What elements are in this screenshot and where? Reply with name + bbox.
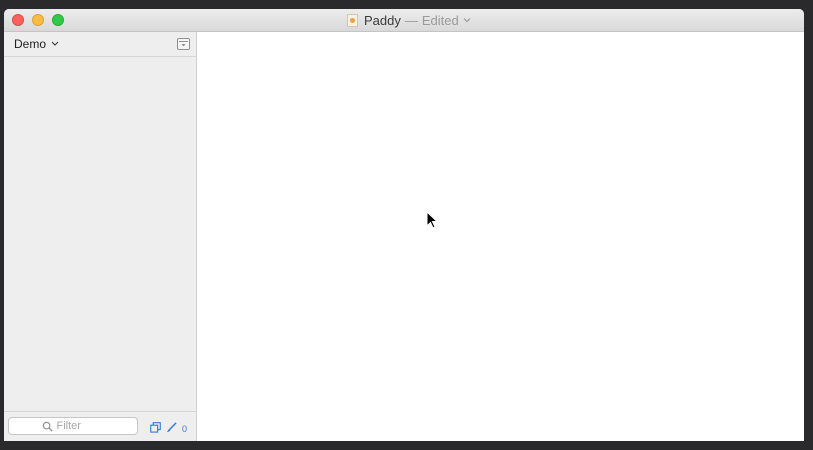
- editor-area[interactable]: [197, 32, 804, 441]
- brush-icon: [166, 422, 177, 433]
- copy-button[interactable]: [150, 420, 161, 438]
- app-window: Paddy — Edited Demo Filter 0: [4, 9, 804, 441]
- copy-icon: [150, 422, 161, 433]
- window-edited-status: Edited: [421, 12, 459, 28]
- footer-toolbar: 0: [150, 420, 187, 438]
- zoom-window-button[interactable]: [52, 14, 64, 26]
- brush-button[interactable]: [166, 420, 177, 438]
- sidebar-footer: 0: [4, 411, 196, 441]
- chevron-down-icon: [463, 18, 471, 23]
- document-icon: [347, 13, 358, 27]
- badge-count: 0: [182, 424, 188, 434]
- window-title[interactable]: Paddy — Edited: [347, 12, 471, 28]
- filter-input[interactable]: [56, 420, 105, 432]
- title-bar[interactable]: Paddy — Edited: [4, 9, 804, 32]
- minimize-window-button[interactable]: [32, 14, 44, 26]
- chevron-down-icon: [51, 41, 59, 46]
- window-title-separator: —: [404, 12, 418, 28]
- collapse-sidebar-button[interactable]: [177, 38, 190, 50]
- sidebar: Demo Filter 0: [4, 32, 197, 441]
- project-label: Demo: [14, 37, 47, 51]
- mouse-pointer-icon: [426, 211, 438, 229]
- search-icon: [42, 421, 53, 432]
- collapse-sidebar-icon: [179, 41, 188, 47]
- window-title-text: Paddy: [364, 12, 401, 28]
- sidebar-header: Demo: [4, 32, 196, 57]
- filter-field[interactable]: [8, 417, 138, 435]
- project-selector[interactable]: Demo: [14, 36, 59, 52]
- close-window-button[interactable]: [12, 14, 24, 26]
